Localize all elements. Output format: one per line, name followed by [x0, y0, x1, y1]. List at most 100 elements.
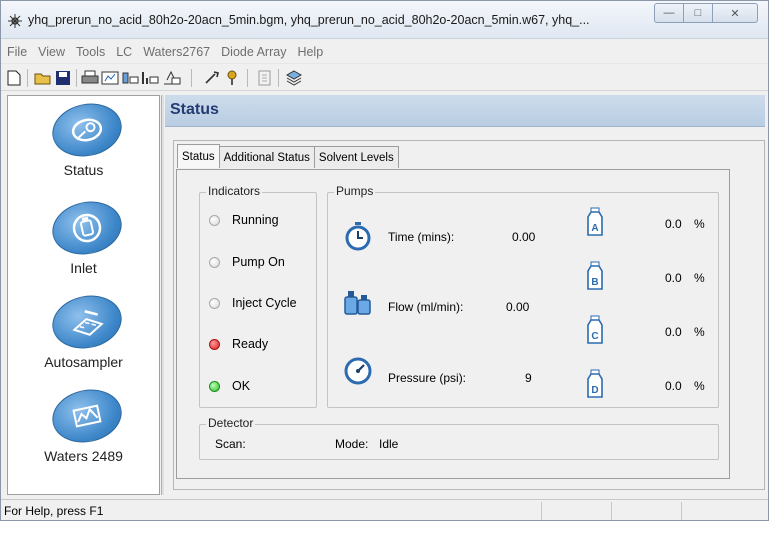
menu-view[interactable]: View [38, 45, 65, 59]
menu-waters2767[interactable]: Waters2767 [143, 45, 210, 59]
settings-icon[interactable] [285, 69, 303, 87]
new-icon[interactable] [5, 69, 23, 87]
indicator-label: OK [232, 379, 251, 393]
solvent-c-value: 0.0 [665, 325, 682, 339]
detector-icon[interactable] [141, 69, 159, 87]
inlet-bottle-icon [47, 195, 127, 261]
detector-group: Detector [199, 416, 719, 460]
solvent-c-unit: % [694, 325, 705, 339]
nav-item-label: Waters 2489 [44, 448, 123, 464]
detector-mode-label: Mode: [335, 437, 369, 451]
menu-diode-array[interactable]: Diode Array [221, 45, 286, 59]
toolbar-separator [247, 69, 248, 87]
autosampler-tray-icon [47, 289, 127, 355]
indicator-pump-on: Pump On [209, 255, 285, 269]
print-icon[interactable] [81, 69, 99, 87]
maximize-button[interactable]: □ [683, 3, 713, 23]
running-led-icon [209, 214, 220, 226]
ready-led-icon [209, 338, 220, 350]
indicator-label: Inject Cycle [232, 296, 297, 310]
indicator-label: Ready [232, 337, 269, 351]
indicator-running: Running [209, 213, 279, 227]
open-icon[interactable] [34, 69, 52, 87]
export-icon[interactable] [256, 69, 274, 87]
close-icon: ✕ [730, 7, 740, 20]
status-bar-panel [541, 502, 611, 520]
solvent-a-value: 0.0 [665, 217, 682, 231]
pressure-gauge-icon [344, 357, 372, 385]
flow-label: Flow (ml/min): [388, 300, 464, 314]
ok-led-icon [209, 380, 220, 392]
toolbar-separator [27, 69, 28, 87]
close-button[interactable]: ✕ [712, 3, 758, 23]
status-bar-text: For Help, press F1 [4, 504, 104, 518]
status-gauge-icon [47, 97, 127, 163]
indicator-label: Running [232, 213, 279, 227]
nav-item-autosampler[interactable]: Autosampler [8, 288, 159, 383]
solvent-b-value: 0.0 [665, 271, 682, 285]
menu-file[interactable]: File [7, 45, 27, 59]
wrench-icon[interactable] [203, 69, 221, 87]
solvent-d-bottle-icon: D [587, 369, 603, 398]
status-bar-panel [611, 502, 681, 520]
stopwatch-icon [345, 222, 371, 251]
solvent-d-letter: D [591, 385, 598, 396]
navigation-panel: Status Inlet Autosampler Waters 2489 [7, 95, 160, 495]
pump-icon[interactable] [121, 69, 139, 87]
pressure-value: 9 [525, 371, 532, 385]
toolbar-separator [278, 69, 279, 87]
minimize-button[interactable]: — [654, 3, 684, 23]
nav-item-label: Autosampler [44, 354, 123, 370]
pumps-legend: Pumps [334, 184, 376, 198]
solvent-b-unit: % [694, 271, 705, 285]
menu-tools[interactable]: Tools [76, 45, 105, 59]
menu-lc[interactable]: LC [116, 45, 132, 59]
tab-additional-status[interactable]: Additional Status [218, 146, 315, 168]
menu-help[interactable]: Help [297, 45, 323, 59]
menu-bar: File View Tools LC Waters2767 Diode Arra… [1, 42, 334, 62]
solvent-c-letter: C [591, 331, 598, 342]
toolbar-separator [76, 69, 77, 87]
minimize-icon: — [663, 7, 675, 19]
window-title: yhq_prerun_no_acid_80h2o-20acn_5min.bgm,… [28, 13, 590, 27]
page-title: Status [170, 101, 219, 118]
nav-item-label: Inlet [70, 260, 97, 276]
view-header: Status [165, 95, 765, 127]
time-value: 0.00 [512, 230, 536, 244]
status-bar: For Help, press F1 [1, 499, 768, 521]
indicators-legend: Indicators [206, 184, 263, 198]
solvent-b-letter: B [591, 277, 598, 288]
pin-icon[interactable] [223, 69, 241, 87]
autosampler-icon[interactable] [163, 69, 181, 87]
panel-splitter[interactable] [161, 95, 164, 495]
solvent-c-bottle-icon: C [587, 315, 603, 344]
time-label: Time (mins): [388, 230, 455, 244]
flow-bottles-icon [344, 291, 371, 315]
indicator-ok: OK [209, 379, 250, 393]
tab-status[interactable]: Status [177, 144, 220, 168]
solvent-d-unit: % [694, 379, 705, 393]
status-bar-panel [681, 502, 766, 520]
nav-item-status[interactable]: Status [8, 96, 159, 191]
pressure-label: Pressure (psi): [388, 371, 467, 385]
inject-cycle-led-icon [209, 297, 220, 309]
tab-strip: Status Additional Status Solvent Levels [177, 144, 399, 170]
save-icon[interactable] [54, 69, 72, 87]
detector-mode-value: Idle [379, 437, 399, 451]
maximize-icon: □ [694, 7, 702, 19]
toolbar-separator [191, 69, 192, 87]
lc-status-icon[interactable] [101, 69, 119, 87]
detector-chart-icon [47, 383, 127, 449]
indicator-inject-cycle: Inject Cycle [209, 296, 297, 310]
toolbar [1, 63, 768, 91]
indicator-label: Pump On [232, 255, 285, 269]
detector-legend: Detector [206, 416, 256, 430]
tab-solvent-levels[interactable]: Solvent Levels [313, 146, 399, 168]
solvent-a-letter: A [591, 223, 598, 234]
window-controls: — □ ✕ [654, 3, 758, 23]
solvent-a-bottle-icon: A [587, 207, 603, 236]
nav-item-inlet[interactable]: Inlet [8, 194, 159, 289]
solvent-b-bottle-icon: B [587, 261, 603, 290]
nav-item-label: Status [63, 162, 104, 178]
nav-item-waters-2489[interactable]: Waters 2489 [8, 382, 159, 477]
